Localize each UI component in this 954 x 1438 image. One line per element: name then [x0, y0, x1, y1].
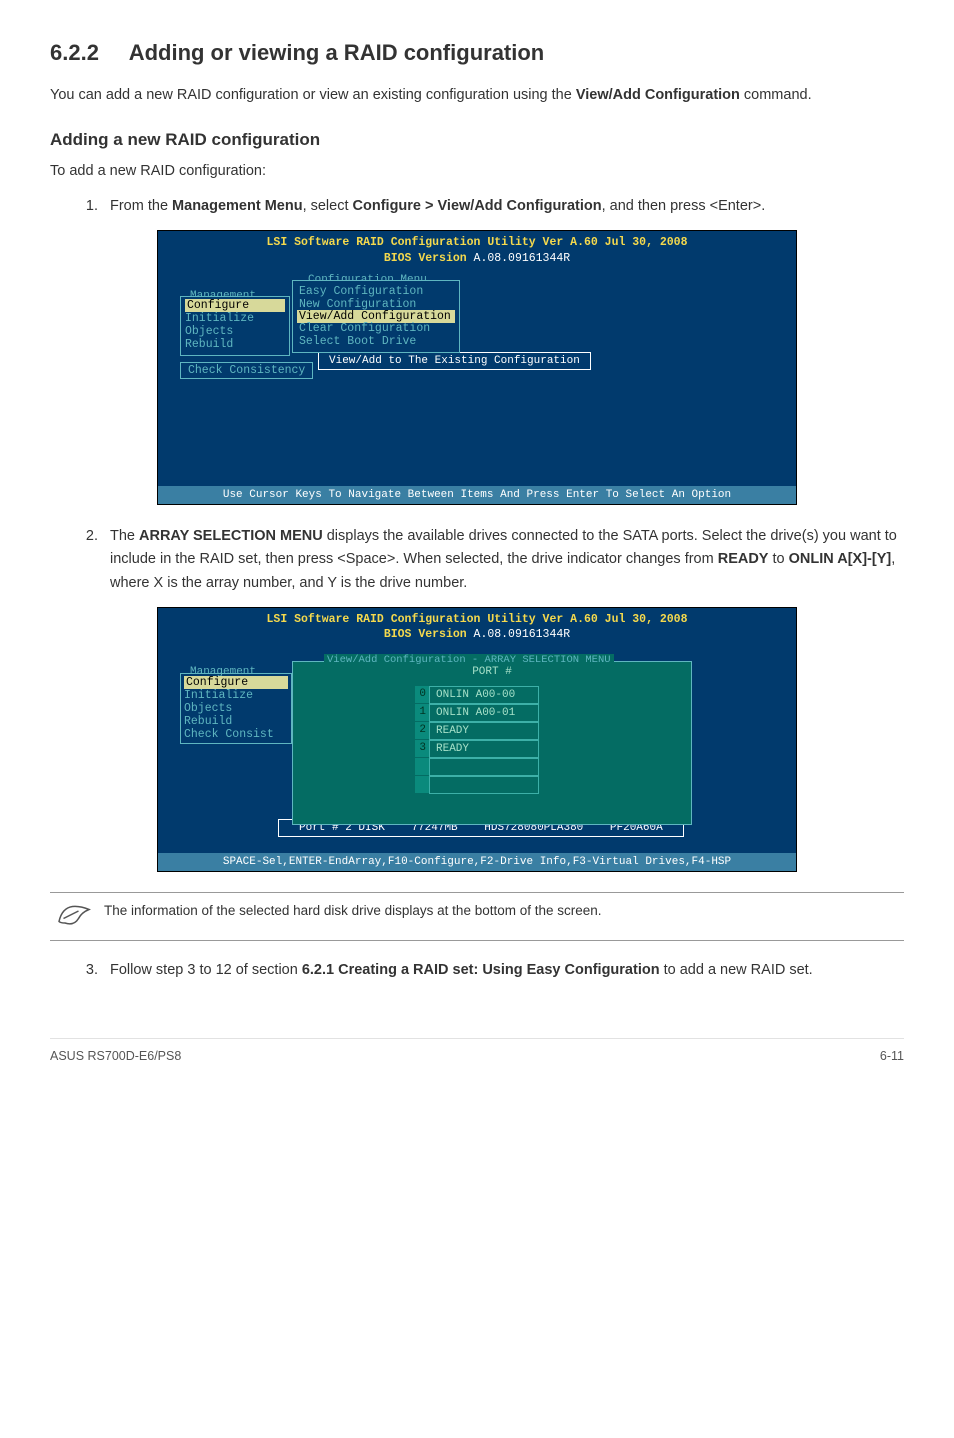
- steps-list-3: Follow step 3 to 12 of section 6.2.1 Cre…: [50, 959, 904, 982]
- drive-empty-5: [429, 776, 539, 794]
- bios-header-2bb: A.08.09161344R: [474, 628, 571, 641]
- step2-bold-menu: ARRAY SELECTION MENU: [139, 528, 323, 544]
- intro-text: You can add a new RAID configuration or …: [50, 87, 576, 103]
- step-3: Follow step 3 to 12 of section 6.2.1 Cre…: [102, 959, 904, 982]
- array-selection-label: View/Add Configuration - ARRAY SELECTION…: [324, 654, 614, 666]
- mgmt2-initialize[interactable]: Initialize: [184, 689, 288, 702]
- drive-index-5: [415, 776, 429, 794]
- bios-header-2ab: BIOS Version: [384, 628, 474, 641]
- subsection-intro: To add a new RAID configuration:: [50, 160, 904, 182]
- drive-1[interactable]: ONLIN A00-01: [429, 704, 539, 722]
- drive-index-3: 3: [415, 740, 429, 758]
- bios-screenshot-config-menu: LSI Software RAID Configuration Utility …: [157, 230, 797, 505]
- step1-text-c: , select: [303, 198, 353, 214]
- bios-body-2: Management Configure Initialize Objects …: [158, 643, 796, 853]
- management-menu-2: Configure Initialize Objects Rebuild Che…: [180, 673, 292, 744]
- step1-bold-path: Configure > View/Add Configuration: [353, 198, 602, 214]
- steps-list-2: The ARRAY SELECTION MENU displays the av…: [50, 525, 904, 595]
- mgmt2-rebuild[interactable]: Rebuild: [184, 715, 288, 728]
- bios-header-2a: BIOS Version: [384, 252, 474, 265]
- drive-3[interactable]: READY: [429, 740, 539, 758]
- mgmt2-configure[interactable]: Configure: [184, 676, 288, 689]
- step3-bold-ref: 6.2.1 Creating a RAID set: Using Easy Co…: [302, 962, 660, 978]
- step2-bold-onlin: ONLIN A[X]-[Y]: [789, 551, 892, 567]
- management-menu: Configure Initialize Objects Rebuild: [180, 296, 290, 356]
- footer-right: 6-11: [880, 1049, 904, 1063]
- bios-header-1b: LSI Software RAID Configuration Utility …: [267, 613, 688, 626]
- cfg-select-boot[interactable]: Select Boot Drive: [299, 335, 453, 348]
- drive-2[interactable]: READY: [429, 722, 539, 740]
- bios-title: LSI Software RAID Configuration Utility …: [158, 231, 796, 266]
- intro-tail: command.: [740, 87, 812, 103]
- mgmt-configure[interactable]: Configure: [185, 299, 285, 312]
- mgmt-rebuild[interactable]: Rebuild: [185, 338, 285, 351]
- drive-0[interactable]: ONLIN A00-00: [429, 686, 539, 704]
- step2-text-a: The: [110, 528, 139, 544]
- step1-text-e: , and then press <Enter>.: [602, 198, 766, 214]
- drive-index-1: 1: [415, 704, 429, 722]
- mgmt2-check[interactable]: Check Consist: [184, 728, 288, 741]
- drive-index-2: 2: [415, 722, 429, 740]
- step2-text-e: to: [768, 551, 788, 567]
- bios-screenshot-array-selection: LSI Software RAID Configuration Utility …: [157, 607, 797, 872]
- subsection-title: Adding a new RAID configuration: [50, 130, 904, 150]
- drive-index-0: 0: [415, 686, 429, 704]
- page-footer: ASUS RS700D-E6/PS8 6-11: [50, 1038, 904, 1063]
- section-heading: 6.2.2 Adding or viewing a RAID configura…: [50, 40, 904, 66]
- configuration-menu: Easy Configuration New Configuration Vie…: [292, 280, 460, 353]
- step1-bold-menu: Management Menu: [172, 198, 303, 214]
- bios-body: Management Configure Initialize Objects …: [158, 266, 796, 486]
- mgmt-initialize[interactable]: Initialize: [185, 312, 285, 325]
- step3-text-c: to add a new RAID set.: [660, 962, 813, 978]
- drive-index-4: [415, 758, 429, 776]
- step1-text-a: From the: [110, 198, 172, 214]
- note-icon: [56, 901, 92, 932]
- bios-helpbar: Use Cursor Keys To Navigate Between Item…: [158, 486, 796, 504]
- view-existing-box[interactable]: View/Add to The Existing Configuration: [318, 352, 591, 370]
- bios-helpbar-2: SPACE-Sel,ENTER-EndArray,F10-Configure,F…: [158, 853, 796, 871]
- mgmt-check-consistency[interactable]: Check Consistency: [180, 362, 313, 379]
- step-1: From the Management Menu, select Configu…: [102, 195, 904, 218]
- steps-list: From the Management Menu, select Configu…: [50, 195, 904, 218]
- mgmt2-objects[interactable]: Objects: [184, 702, 288, 715]
- bios-header-1: LSI Software RAID Configuration Utility …: [267, 236, 688, 249]
- section-title: Adding or viewing a RAID configuration: [129, 40, 545, 65]
- cfg-clear[interactable]: Clear Configuration: [299, 322, 453, 335]
- note-text: The information of the selected hard dis…: [104, 901, 602, 921]
- step-2: The ARRAY SELECTION MENU displays the av…: [102, 525, 904, 595]
- drive-empty-4: [429, 758, 539, 776]
- intro-bold: View/Add Configuration: [576, 87, 740, 103]
- drive-grid: 0ONLIN A00-00 1ONLIN A00-01 2READY 3READ…: [415, 686, 539, 794]
- footer-left: ASUS RS700D-E6/PS8: [50, 1049, 181, 1063]
- section-number: 6.2.2: [50, 40, 99, 65]
- note-callout: The information of the selected hard dis…: [50, 892, 904, 941]
- bios-header-2b: A.08.09161344R: [474, 252, 571, 265]
- cfg-easy[interactable]: Easy Configuration: [299, 285, 453, 298]
- step3-text-a: Follow step 3 to 12 of section: [110, 962, 302, 978]
- mgmt-objects[interactable]: Objects: [185, 325, 285, 338]
- intro-paragraph: You can add a new RAID configuration or …: [50, 84, 904, 106]
- array-selection-panel: PORT # 0ONLIN A00-00 1ONLIN A00-01 2READ…: [292, 661, 692, 825]
- bios-title-2: LSI Software RAID Configuration Utility …: [158, 608, 796, 643]
- step2-bold-ready: READY: [718, 551, 769, 567]
